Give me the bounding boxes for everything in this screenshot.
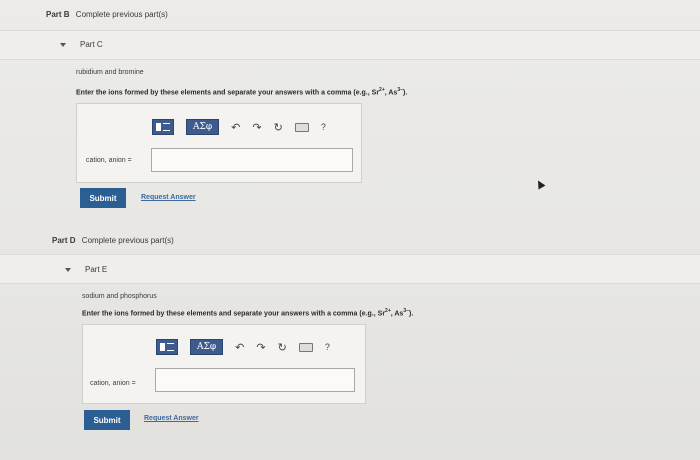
part-b-header: Part B Complete previous part(s) [46, 10, 168, 19]
greek-symbols-button[interactable]: ΑΣφ [190, 339, 224, 355]
reset-icon[interactable]: ↻ [274, 121, 283, 134]
templates-icon[interactable] [156, 339, 178, 355]
part-c-elements: rubidium and bromine [76, 69, 144, 76]
help-icon[interactable]: ? [325, 342, 330, 352]
keyboard-icon[interactable] [294, 122, 309, 132]
example-separator: , As [390, 310, 404, 318]
part-b-tag: Part B [46, 10, 70, 19]
part-e-title-row[interactable]: Part E [65, 265, 107, 274]
part-c-title: Part C [80, 40, 103, 49]
part-e-answer-input[interactable] [155, 368, 355, 392]
part-d-header: Part D Complete previous part(s) [52, 236, 174, 245]
undo-icon[interactable]: ↶ [231, 121, 240, 134]
part-e-elements: sodium and phosphorus [82, 293, 157, 300]
templates-icon[interactable] [152, 119, 174, 135]
part-e-title: Part E [85, 265, 108, 274]
instruction-text: Enter the ions formed by these elements … [82, 310, 386, 318]
redo-icon[interactable]: ↷ [256, 341, 265, 354]
caret-down-icon[interactable] [60, 42, 66, 47]
caret-down-icon[interactable] [65, 267, 71, 272]
instruction-text: Enter the ions formed by these elements … [76, 89, 380, 97]
part-e-submit-button[interactable]: Submit [84, 410, 130, 430]
example-end: ). [403, 89, 408, 97]
example-separator: , As [384, 89, 398, 97]
redo-icon[interactable]: ↷ [252, 121, 261, 134]
part-c-row[interactable] [0, 30, 700, 60]
part-c-toolbar: ΑΣφ ↶ ↷ ↻ ? [152, 119, 326, 135]
part-c-answer-input[interactable] [151, 148, 353, 172]
part-c-input-label: cation, anion = [86, 157, 132, 164]
part-e-answer-box [82, 324, 366, 404]
part-d-status: Complete previous part(s) [81, 236, 174, 245]
reset-icon[interactable]: ↻ [278, 341, 287, 354]
part-c-instruction: Enter the ions formed by these elements … [76, 87, 407, 96]
part-e-toolbar: ΑΣφ ↶ ↷ ↻ ? [156, 339, 330, 355]
part-d-tag: Part D [52, 236, 76, 245]
keyboard-icon[interactable] [298, 342, 313, 352]
greek-symbols-button[interactable]: ΑΣφ [186, 119, 220, 135]
mouse-cursor-icon [534, 178, 546, 190]
undo-icon[interactable]: ↶ [235, 341, 244, 354]
part-c-request-answer-link[interactable]: Request Answer [141, 194, 196, 201]
help-icon[interactable]: ? [321, 122, 326, 132]
part-b-status: Complete previous part(s) [75, 10, 168, 19]
part-c-submit-button[interactable]: Submit [80, 188, 126, 208]
part-c-title-row[interactable]: Part C [60, 40, 103, 49]
part-e-instruction: Enter the ions formed by these elements … [82, 308, 413, 317]
part-e-input-label: cation, anion = [90, 380, 136, 387]
part-e-request-answer-link[interactable]: Request Answer [144, 415, 199, 422]
example-end: ). [409, 310, 414, 318]
